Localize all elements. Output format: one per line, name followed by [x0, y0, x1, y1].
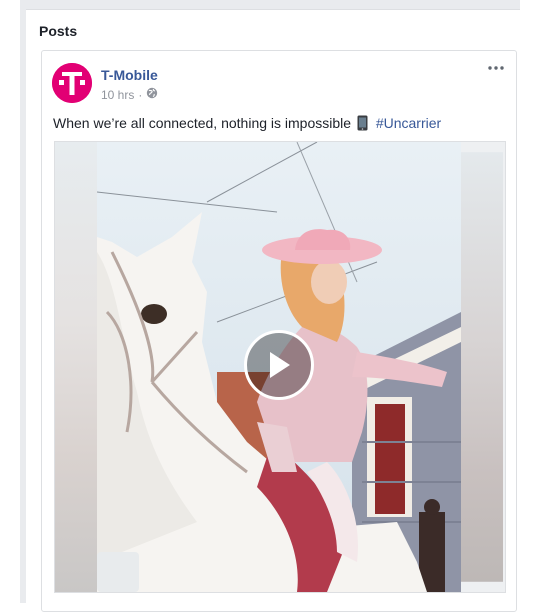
section-title: Posts	[39, 23, 78, 39]
video-left-blur	[55, 142, 97, 592]
post-author[interactable]: T-Mobile	[101, 67, 158, 83]
video-right-blur	[461, 152, 503, 582]
post-meta: 10 hrs ·	[101, 87, 158, 102]
page-avatar[interactable]	[52, 63, 92, 103]
globe-icon	[146, 87, 158, 102]
post-card: T-Mobile 10 hrs · When we’re all connect…	[41, 50, 517, 612]
mobile-phone-icon	[357, 115, 368, 134]
post-text: When we’re all connected, nothing is imp…	[53, 115, 441, 134]
meta-separator: ·	[138, 87, 143, 102]
posts-section: Posts T-Mobile 10 hrs · When we’re all c…	[26, 10, 520, 612]
play-icon	[270, 352, 290, 378]
top-divider	[26, 0, 520, 10]
more-options-button[interactable]	[486, 61, 506, 75]
hashtag-link[interactable]: #Uncarrier	[376, 115, 441, 131]
t-mobile-logo-icon	[52, 63, 92, 103]
post-message: When we’re all connected, nothing is imp…	[53, 115, 352, 131]
more-options-icon	[488, 66, 504, 70]
play-button[interactable]	[244, 330, 314, 400]
post-timestamp[interactable]: 10 hrs	[101, 88, 134, 102]
video-player[interactable]	[54, 141, 506, 593]
